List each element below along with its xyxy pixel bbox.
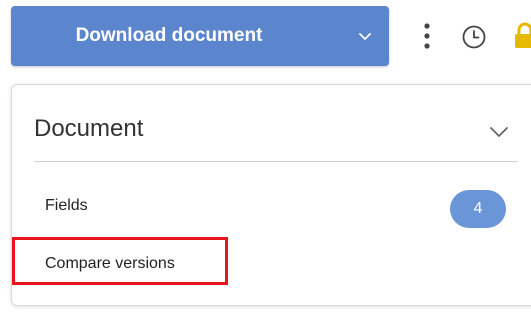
lock-icon[interactable] xyxy=(513,22,531,50)
menu-item-fields[interactable]: Fields 4 xyxy=(12,187,531,228)
menu-item-compare-versions[interactable]: Compare versions xyxy=(12,245,531,285)
document-panel: Document Fields 4 Compare versions xyxy=(11,84,531,306)
clock-icon[interactable] xyxy=(461,24,487,50)
chevron-down-icon[interactable] xyxy=(486,119,512,145)
menu-item-label: Compare versions xyxy=(45,255,175,272)
more-vertical-icon[interactable] xyxy=(415,20,439,52)
menu-item-label: Fields xyxy=(45,197,88,214)
fields-count-badge: 4 xyxy=(450,190,506,228)
document-toolbar-screen: Download document Document Fields 4 Comp… xyxy=(0,0,531,318)
download-document-button[interactable]: Download document xyxy=(11,6,389,66)
panel-divider xyxy=(34,161,518,162)
panel-title: Document xyxy=(34,115,144,142)
download-document-label: Download document xyxy=(75,25,263,46)
chevron-down-icon[interactable] xyxy=(353,24,377,48)
